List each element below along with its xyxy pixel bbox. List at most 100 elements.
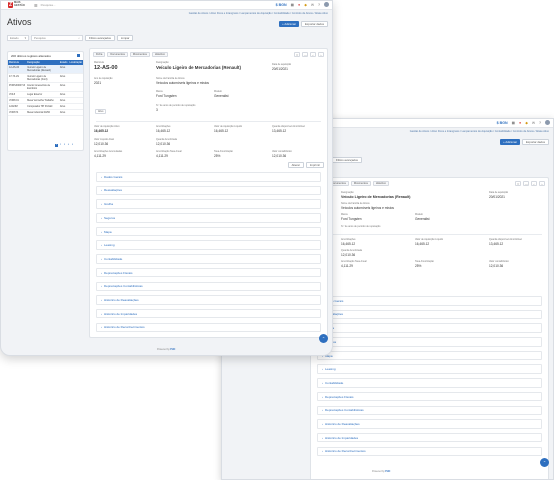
section-depreciacoes-fiscais[interactable]: › Depreciações Fiscais [96,267,321,278]
print-button[interactable]: Imprimir [305,162,324,168]
next-icon[interactable]: › [539,181,545,186]
section-seguros[interactable]: ›Seguros [96,213,321,223]
table-row[interactable]: PORS3000713 Interior Acessórios de Escrit… [8,82,83,92]
section-historico-imparidades[interactable]: › Histórico de Imparidades [96,308,321,319]
currency-icon[interactable]: $ BGN [497,121,508,125]
footer-brand[interactable]: PHC [385,470,390,473]
export-button[interactable]: Exportar dados [301,21,328,27]
more-icon[interactable]: ⋯ [523,181,529,186]
chevron-right-icon: › [101,188,102,193]
status-select[interactable]: Estado ▾ [7,35,29,41]
section-historico-reconhecimentos[interactable]: › Histórico de Reconhecimentos [317,446,542,457]
export-button[interactable]: Exportar dados [522,139,549,145]
bell-icon[interactable]: ◆ [304,3,307,7]
logo-mark: Z [8,2,13,8]
cell: VOD674 [8,109,27,116]
avatar[interactable] [324,2,329,7]
alert-icon[interactable]: ● [519,121,521,125]
page-button[interactable]: 1 [55,144,58,147]
section-historico-imparidades[interactable]: › Histórico de Imparidades [317,432,542,443]
mail-icon[interactable]: ✉ [532,121,535,125]
section-label: Leasing [104,243,115,248]
tab-movimentos[interactable]: Movimentos [129,52,150,57]
section-historico-reconhecimentos[interactable]: › Histórico de Reconhecimentos [96,322,321,333]
star-icon[interactable]: ☆ [515,181,521,186]
section-dados-gerais[interactable]: ›Dados Gerais [317,296,542,306]
tab-historico[interactable]: Histórico [372,181,389,186]
chevron-right-icon: › [101,202,102,207]
section-depreciacoes-contabilisticas[interactable]: › Depreciações Contabilísticas [317,405,542,415]
section-reavaliacoes[interactable]: ›Reavaliações [96,185,321,196]
star-icon[interactable]: ☆ [294,52,300,57]
help-icon[interactable]: ? [318,3,320,7]
grid-icon[interactable]: ▦ [291,3,294,7]
section-mapa[interactable]: ›Mapa [96,226,321,237]
edit-button[interactable]: Alterar [287,162,304,168]
model-label: Modelo [214,90,222,93]
top-search-input[interactable]: Pesquisa... [41,3,81,7]
section-grelha[interactable]: ›Grelha [317,323,542,333]
add-button[interactable]: + Adicionar [500,139,521,145]
page-button[interactable]: 4 [67,144,70,147]
table-row[interactable]: 47-73-LN Veículo Ligeiro de Mercadorias (… [8,73,83,83]
field-family: Nome da Família de Ativos Veículos autom… [156,77,209,85]
prev-icon[interactable]: ‹ [310,52,316,57]
cell: Veículo Ligeiro de Mercadorias (Ford) [26,73,59,83]
mail-icon[interactable]: ✉ [311,3,314,7]
advanced-filters-button[interactable]: Filtros avançados [85,35,115,41]
scroll-top-button[interactable]: ⌃ [319,334,328,343]
search-icon: ⌕ [78,36,80,40]
app-logo[interactable]: Z MAIS GESTÃO [8,1,28,9]
section-depreciacoes-contabilisticas[interactable]: › Depreciações Contabilísticas [96,281,321,291]
bookmark-icon[interactable] [77,54,80,57]
code-label: Matrícula [94,61,104,64]
help-icon[interactable]: ? [539,121,541,125]
chevron-right-icon: › [322,394,323,399]
section-leasing[interactable]: › Leasing [96,240,321,250]
tab-movimentos[interactable]: Movimentos [350,181,371,186]
add-button[interactable]: + Adicionar [279,21,300,27]
table-row[interactable]: VOD674 Mesa Industrial 40/60 Ativo [8,109,83,116]
advanced-filters-button[interactable]: Filtros avançados [332,157,362,163]
section-historico-reavaliacoes[interactable]: › Histórico de Reavaliações [317,419,542,429]
tab-ficha[interactable]: Ficha [93,52,106,57]
chevron-right-icon: › [322,380,323,385]
section-depreciacoes-fiscais[interactable]: › Depreciações Fiscais [317,391,542,402]
bell-icon[interactable]: ◆ [525,121,528,125]
search-input[interactable]: Pesquisa ⌕ [31,35,83,41]
section-contabilidade[interactable]: › Contabilidade [317,378,542,388]
field-periods: N.º de anos de período de reparação 3 [156,104,195,112]
avatar[interactable] [545,120,550,125]
scroll-top-button[interactable]: ⌃ [540,458,549,467]
tab-historico[interactable]: Histórico [151,52,168,57]
periods-value: 3 [156,108,158,112]
alert-icon[interactable]: ● [298,3,300,7]
section-historico-reavaliacoes[interactable]: › Histórico de Reavaliações [96,295,321,305]
family-value: Veículos automóveis ligeiros e mistos [341,206,394,210]
table-row[interactable]: 12-AS-00 Veículo Ligeiro de Mercadorias (… [8,65,83,74]
assets-table: Matrícula Designação Estado Localização … [8,60,83,116]
section-reavaliacoes[interactable]: ›Reavaliações [317,309,542,320]
family-label: Nome da Família de Ativos [156,77,185,80]
prev-icon[interactable]: ‹ [531,181,537,186]
section-leasing[interactable]: › Leasing [317,364,542,374]
section-mapa[interactable]: ›Mapa [317,350,542,361]
breadcrumb[interactable]: Gestão de Ativos / Ativo Fixos e Intangí… [410,130,549,133]
page-button[interactable]: 2 [59,144,62,147]
section-dados-gerais[interactable]: ›Dados Gerais [96,172,321,182]
page-button[interactable]: 5 [71,144,74,147]
breadcrumb[interactable]: Gestão de Ativos / Ativo Fixos e Intangí… [189,12,328,15]
page-button[interactable]: 3 [63,144,66,147]
clear-filters-button[interactable]: Limpar [116,35,134,41]
depr-label: Quantia Amortizada [156,138,177,141]
section-seguros[interactable]: ›Seguros [317,337,542,347]
more-icon[interactable]: ⋯ [302,52,308,57]
footer-brand[interactable]: PHC [170,348,175,351]
grid-icon[interactable]: ▦ [512,121,515,125]
menu-icon[interactable]: ☰ [34,3,38,8]
tab-documentos[interactable]: Documentos [107,52,128,57]
currency-icon[interactable]: $ BGN [276,3,287,7]
next-icon[interactable]: › [318,52,324,57]
section-grelha[interactable]: ›Grelha [96,199,321,209]
section-contabilidade[interactable]: › Contabilidade [96,254,321,264]
